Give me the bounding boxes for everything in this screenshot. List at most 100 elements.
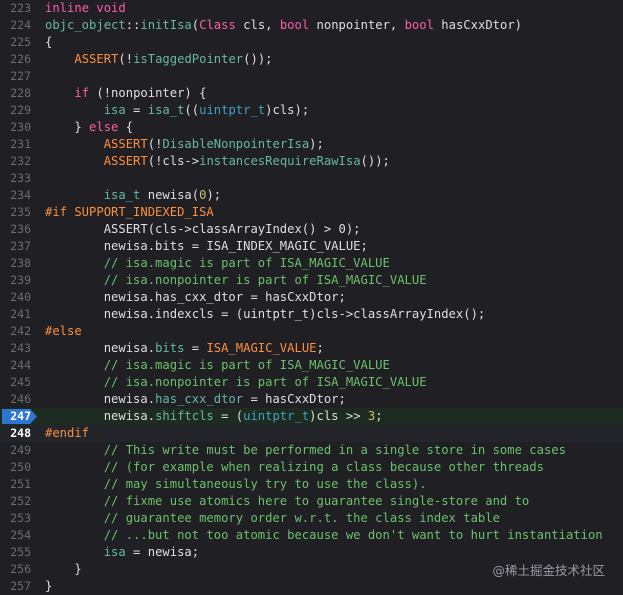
code-line[interactable]: 251 // may simultaneously try to use the… <box>0 476 623 493</box>
line-number: 231 <box>10 137 31 151</box>
code-text: isa = isa_t((uintptr_t)cls); <box>103 103 310 117</box>
code-line[interactable]: 243 newisa.bits = ISA_MAGIC_VALUE; <box>0 340 623 357</box>
code-text: // guarantee memory order w.r.t. the cla… <box>45 511 500 525</box>
code-line[interactable]: 247 newisa.shiftcls = (uintptr_t)cls >> … <box>0 408 623 425</box>
code-editor[interactable]: 223 inline void224 objc_object::initIsa(Cl… <box>0 0 623 595</box>
line-number: 245 <box>10 375 31 389</box>
code-line[interactable]: 229 isa = isa_t((uintptr_t)cls); <box>0 102 623 119</box>
code-line[interactable]: 240 newisa.has_cxx_dtor = hasCxxDtor; <box>0 289 623 306</box>
code-text: isa_t newisa(0); <box>103 188 222 202</box>
code-text: isa = newisa; <box>103 545 200 559</box>
code-text: ASSERT(!isTaggedPointer()); <box>74 52 273 66</box>
code-text: // This write must be performed in a sin… <box>45 443 566 457</box>
line-number: 234 <box>10 188 31 202</box>
code-text: } <box>45 579 53 593</box>
line-number: 223 <box>10 1 31 15</box>
code-text: newisa.has_cxx_dtor = hasCxxDtor; <box>45 290 346 304</box>
code-text: #if SUPPORT_INDEXED_ISA <box>45 205 214 219</box>
code-text: if (!nonpointer) { <box>74 86 207 100</box>
code-text: // isa.nonpointer is part of ISA_MAGIC_V… <box>45 375 427 389</box>
code-line[interactable]: 249 // This write must be performed in a… <box>0 442 623 459</box>
code-line[interactable]: 233 <box>0 170 623 187</box>
code-line[interactable]: 255 isa = newisa; <box>0 544 623 561</box>
code-text: #else <box>45 324 82 338</box>
code-text: // isa.magic is part of ISA_MAGIC_VALUE <box>45 256 390 270</box>
line-number: 224 <box>10 18 31 32</box>
line-number: 246 <box>10 392 31 406</box>
line-number: 251 <box>10 477 31 491</box>
line-number: 254 <box>10 528 31 542</box>
line-number: 248 <box>10 426 31 440</box>
line-number: 255 <box>10 545 31 559</box>
line-number: 239 <box>10 273 31 287</box>
code-line[interactable]: 250 // (for example when realizing a cla… <box>0 459 623 476</box>
code-text: { <box>45 35 53 49</box>
code-text: } <box>45 562 82 576</box>
watermark: @稀土掘金技术社区 <box>492 563 605 578</box>
code-text: // isa.magic is part of ISA_MAGIC_VALUE <box>45 358 390 372</box>
code-text: ASSERT(!cls->instancesRequireRawIsa()); <box>103 154 390 168</box>
line-number: 236 <box>10 222 31 236</box>
code-line[interactable]: 252 // fixme use atomics here to guarant… <box>0 493 623 510</box>
code-line[interactable]: 238 // isa.magic is part of ISA_MAGIC_VA… <box>0 255 623 272</box>
code-line[interactable]: 231 ASSERT(!DisableNonpointerIsa); <box>0 136 623 153</box>
line-number: 225 <box>10 35 31 49</box>
code-line[interactable]: 235 #if SUPPORT_INDEXED_ISA <box>0 204 623 221</box>
code-text: newisa.indexcls = (uintptr_t)cls->classA… <box>45 307 486 321</box>
code-line[interactable]: 228 if (!nonpointer) { <box>0 85 623 102</box>
line-number: 256 <box>10 562 31 576</box>
code-text: #endif <box>45 426 90 440</box>
code-line[interactable]: 245 // isa.nonpointer is part of ISA_MAG… <box>0 374 623 391</box>
line-number: 233 <box>10 171 31 185</box>
line-number: 252 <box>10 494 31 508</box>
code-text: } else { <box>45 120 134 134</box>
code-text: newisa.bits = ISA_MAGIC_VALUE; <box>45 341 324 355</box>
line-number: 235 <box>10 205 31 219</box>
code-text: // fixme use atomics here to guarantee s… <box>45 494 530 508</box>
line-number: 243 <box>10 341 31 355</box>
code-text: newisa.shiftcls = (uintptr_t)cls >> 3; <box>45 409 383 423</box>
code-text: inline void <box>45 1 126 15</box>
line-number: 240 <box>10 290 31 304</box>
code-line[interactable]: 246 newisa.has_cxx_dtor = hasCxxDtor; <box>0 391 623 408</box>
line-number: 228 <box>10 86 31 100</box>
line-number: 247 <box>10 409 31 423</box>
line-number: 232 <box>10 154 31 168</box>
line-number: 229 <box>10 103 31 117</box>
code-text: newisa.has_cxx_dtor = hasCxxDtor; <box>45 392 346 406</box>
code-line[interactable]: 234 isa_t newisa(0); <box>0 187 623 204</box>
code-text: // may simultaneously try to use the cla… <box>45 477 427 491</box>
code-line[interactable]: 237 newisa.bits = ISA_INDEX_MAGIC_VALUE; <box>0 238 623 255</box>
line-number: 242 <box>10 324 31 338</box>
line-number: 227 <box>10 69 31 83</box>
code-line[interactable]: 223 inline void <box>0 0 623 17</box>
code-text: newisa.bits = ISA_INDEX_MAGIC_VALUE; <box>45 239 368 253</box>
code-line[interactable]: 248 #endif <box>0 425 623 442</box>
code-line[interactable]: 239 // isa.nonpointer is part of ISA_MAG… <box>0 272 623 289</box>
line-number: 230 <box>10 120 31 134</box>
line-number: 244 <box>10 358 31 372</box>
code-line[interactable]: 244 // isa.magic is part of ISA_MAGIC_VA… <box>0 357 623 374</box>
line-number: 241 <box>10 307 31 321</box>
code-line[interactable]: 227 <box>0 68 623 85</box>
code-text: ASSERT(!DisableNonpointerIsa); <box>103 137 324 151</box>
code-line[interactable]: 226 ASSERT(!isTaggedPointer()); <box>0 51 623 68</box>
code-line[interactable]: 236 ASSERT(cls->classArrayIndex() > 0); <box>0 221 623 238</box>
code-line[interactable]: 225 { <box>0 34 623 51</box>
code-line[interactable]: 230 } else { <box>0 119 623 136</box>
code-line[interactable]: 232 ASSERT(!cls->instancesRequireRawIsa(… <box>0 153 623 170</box>
code-line[interactable]: 254 // ...but not too atomic because we … <box>0 527 623 544</box>
line-number: 249 <box>10 443 31 457</box>
line-number: 226 <box>10 52 31 66</box>
code-line[interactable]: 241 newisa.indexcls = (uintptr_t)cls->cl… <box>0 306 623 323</box>
line-number: 257 <box>10 579 31 593</box>
code-text: // isa.nonpointer is part of ISA_MAGIC_V… <box>45 273 427 287</box>
code-line[interactable]: 242 #else <box>0 323 623 340</box>
code-line[interactable]: 224 objc_object::initIsa(Class cls, bool … <box>0 17 623 34</box>
line-number: 250 <box>10 460 31 474</box>
code-text: ASSERT(cls->classArrayIndex() > 0); <box>45 222 361 236</box>
line-number: 238 <box>10 256 31 270</box>
code-text: // (for example when realizing a class b… <box>45 460 544 474</box>
code-line[interactable]: 257} <box>0 578 623 595</box>
code-line[interactable]: 253 // guarantee memory order w.r.t. the… <box>0 510 623 527</box>
